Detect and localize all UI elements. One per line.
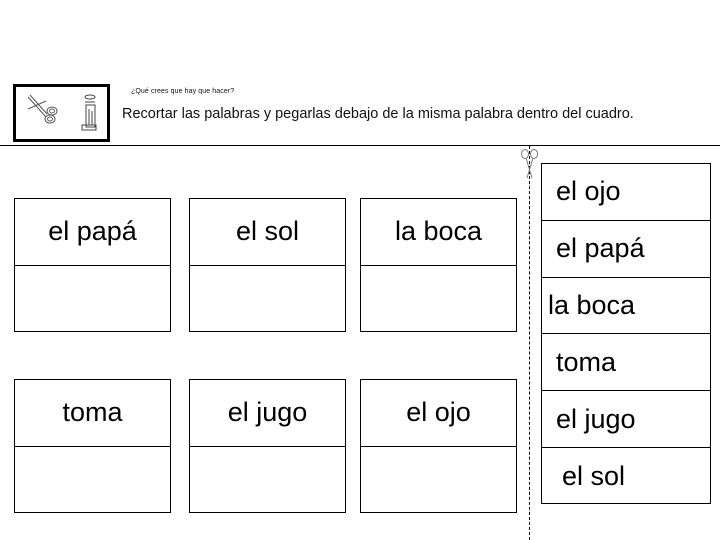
cut-line [529,146,530,540]
paste-area[interactable] [15,266,170,332]
card-word: el ojo [361,380,516,447]
activity-icons-box [13,84,110,142]
paste-area[interactable] [190,447,345,513]
card-word: toma [15,380,170,447]
header-divider [0,145,720,146]
cutout-word[interactable]: el jugo [542,391,710,448]
word-card: toma [14,379,171,513]
word-card: el sol [189,198,346,332]
paste-area[interactable] [361,266,516,332]
card-word: la boca [361,199,516,266]
word-card: la boca [360,198,517,332]
question-text: ¿Qué crees que hay que hacer? [131,88,235,95]
instruction-text: Recortar las palabras y pegarlas debajo … [122,106,634,122]
word-card: el jugo [189,379,346,513]
cutout-word[interactable]: el ojo [542,164,710,221]
scissors-icon [521,149,538,179]
paste-area[interactable] [15,447,170,513]
paste-area[interactable] [361,447,516,513]
cutout-strip: el ojo el papá la boca toma el jugo el s… [541,163,711,504]
card-word: el jugo [190,380,345,447]
paste-area[interactable] [190,266,345,332]
word-card: el ojo [360,379,517,513]
cutout-word[interactable]: el papá [542,221,710,278]
cutout-word[interactable]: la boca [542,278,710,335]
card-word: el sol [190,199,345,266]
cutout-word[interactable]: el sol [542,448,710,505]
glue-stick-icon [81,94,97,131]
word-card: el papá [14,198,171,332]
card-word: el papá [15,199,170,266]
cutout-word[interactable]: toma [542,334,710,392]
